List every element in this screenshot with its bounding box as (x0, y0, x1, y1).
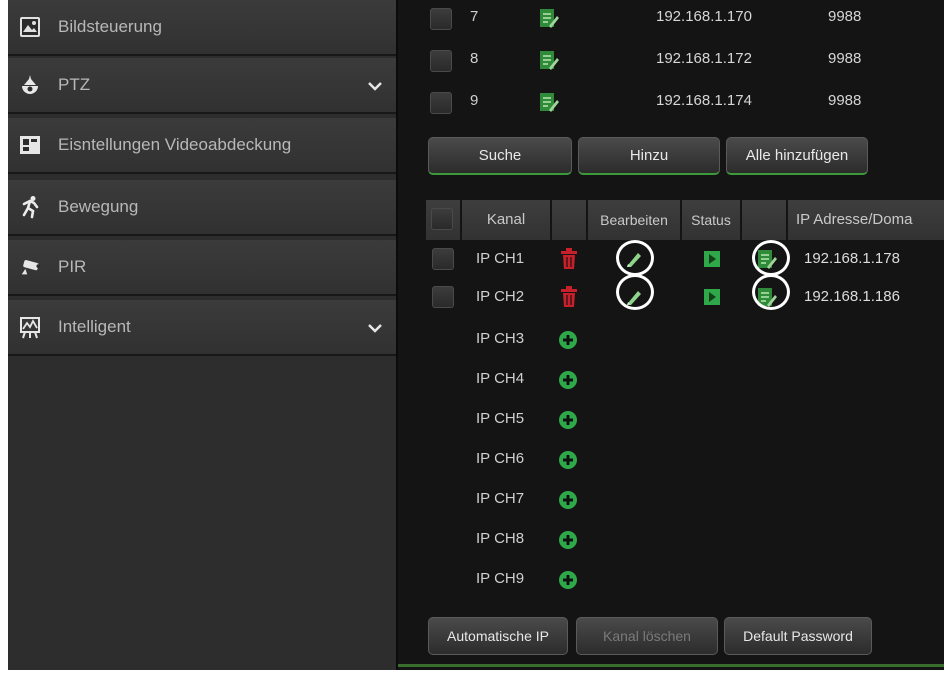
sidebar-item-videoabdeckung[interactable]: Eisntellungen Videoabdeckung (8, 118, 396, 174)
add-channel-icon[interactable] (558, 530, 578, 555)
device-number: 8 (470, 50, 479, 67)
sidebar-item-label: PIR (58, 257, 87, 276)
add-channel-icon[interactable] (558, 410, 578, 435)
image-control-icon (18, 15, 42, 39)
chevron-down-icon[interactable] (368, 78, 382, 96)
edit-icon[interactable] (538, 7, 560, 36)
sidebar-item-pir[interactable]: PIR (8, 240, 396, 296)
channel-label: IP CH8 (476, 530, 525, 547)
delete-icon[interactable] (560, 286, 578, 313)
delete-icon[interactable] (560, 248, 578, 275)
chevron-down-icon[interactable] (368, 320, 382, 338)
delete-column-header (552, 200, 588, 240)
channel-label: IP CH6 (476, 450, 525, 467)
search-button[interactable]: Suche (428, 137, 572, 175)
highlight-circle (616, 274, 654, 310)
channel-ip: 192.168.1.178 (804, 250, 900, 267)
table-row: IP CH3 (398, 320, 944, 360)
sidebar-item-label: Bewegung (58, 197, 139, 216)
table-row: IP CH7 (398, 480, 944, 520)
table-row: IP CH6 (398, 440, 944, 480)
ip-address-header: IP Adresse/Doma (788, 200, 944, 240)
bottom-divider (398, 664, 944, 667)
add-button[interactable]: Hinzu (578, 137, 720, 175)
device-row[interactable]: 7 192.168.1.170 9988 (398, 0, 944, 40)
table-row: IP CH9 (398, 560, 944, 600)
channel-label: IP CH5 (476, 410, 525, 427)
select-all-checkbox[interactable] (431, 208, 453, 230)
channel-label: IP CH1 (476, 250, 525, 267)
add-channel-icon[interactable] (558, 570, 578, 595)
device-number: 7 (470, 8, 479, 25)
edit-header: Bearbeiten (588, 200, 682, 240)
device-row[interactable]: 9 192.168.1.174 9988 (398, 84, 944, 124)
add-channel-icon[interactable] (558, 330, 578, 355)
add-all-button[interactable]: Alle hinzufügen (726, 137, 868, 175)
add-channel-icon[interactable] (558, 450, 578, 475)
row-checkbox[interactable] (432, 248, 454, 270)
table-row[interactable]: IP CH1 192.168.1.178 (398, 240, 944, 280)
sidebar-item-label: PTZ (58, 75, 91, 94)
sidebar-item-label: Intelligent (58, 317, 131, 336)
play-status-icon[interactable] (704, 251, 720, 272)
select-all-header[interactable] (426, 200, 462, 240)
sidebar-item-intelligent[interactable]: Intelligent (8, 300, 396, 356)
channel-label: IP CH4 (476, 370, 525, 387)
device-ip: 192.168.1.174 (656, 92, 752, 109)
table-row: IP CH8 (398, 520, 944, 560)
channel-header: Kanal (462, 200, 552, 240)
highlight-circle (616, 240, 654, 276)
table-row[interactable]: IP CH2 192.168.1.186 (398, 278, 944, 318)
ip-channel-panel: 7 192.168.1.170 9988 8 192.168.1.172 998… (396, 0, 944, 670)
status-header: Status (682, 200, 742, 240)
auto-ip-button[interactable]: Automatische IP (428, 617, 568, 655)
default-password-button[interactable]: Default Password (724, 617, 872, 655)
channel-ip: 192.168.1.186 (804, 288, 900, 305)
device-port: 9988 (828, 50, 862, 67)
sidebar-item-ptz[interactable]: PTZ (8, 58, 396, 114)
highlight-circle (752, 274, 790, 310)
table-row: IP CH5 (398, 400, 944, 440)
channel-label: IP CH2 (476, 288, 525, 305)
dvr-settings-screen: Bildsteuerung PTZ Eisntellungen Videoabd… (8, 0, 944, 670)
device-number: 9 (470, 92, 479, 109)
device-port: 9988 (828, 92, 862, 109)
edit-icon[interactable] (538, 91, 560, 120)
sidebar-item-bewegung[interactable]: Bewegung (8, 180, 396, 236)
table-row: IP CH4 (398, 360, 944, 400)
row-checkbox[interactable] (430, 92, 452, 114)
row-checkbox[interactable] (432, 286, 454, 308)
motion-icon (18, 195, 42, 219)
delete-channel-button[interactable]: Kanal löschen (576, 617, 718, 655)
channel-label: IP CH3 (476, 330, 525, 347)
intelligent-icon (18, 315, 42, 339)
add-channel-icon[interactable] (558, 490, 578, 515)
video-mask-icon (18, 133, 42, 157)
device-port: 9988 (828, 8, 862, 25)
device-ip: 192.168.1.170 (656, 8, 752, 25)
edit-icon[interactable] (538, 49, 560, 78)
edit2-column-header (742, 200, 788, 240)
ptz-camera-icon (18, 73, 42, 97)
add-channel-icon[interactable] (558, 370, 578, 395)
device-ip: 192.168.1.172 (656, 50, 752, 67)
play-status-icon[interactable] (704, 289, 720, 310)
channel-label: IP CH9 (476, 570, 525, 587)
highlight-circle (752, 240, 790, 276)
sidebar-item-label: Eisntellungen Videoabdeckung (58, 135, 292, 154)
device-row[interactable]: 8 192.168.1.172 9988 (398, 42, 944, 82)
channel-label: IP CH7 (476, 490, 525, 507)
sidebar-item-label: Bildsteuerung (58, 17, 162, 36)
sidebar-item-bildsteuerung[interactable]: Bildsteuerung (8, 0, 396, 56)
row-checkbox[interactable] (430, 8, 452, 30)
row-checkbox[interactable] (430, 50, 452, 72)
sidebar: Bildsteuerung PTZ Eisntellungen Videoabd… (8, 0, 396, 670)
pir-icon (18, 255, 42, 279)
